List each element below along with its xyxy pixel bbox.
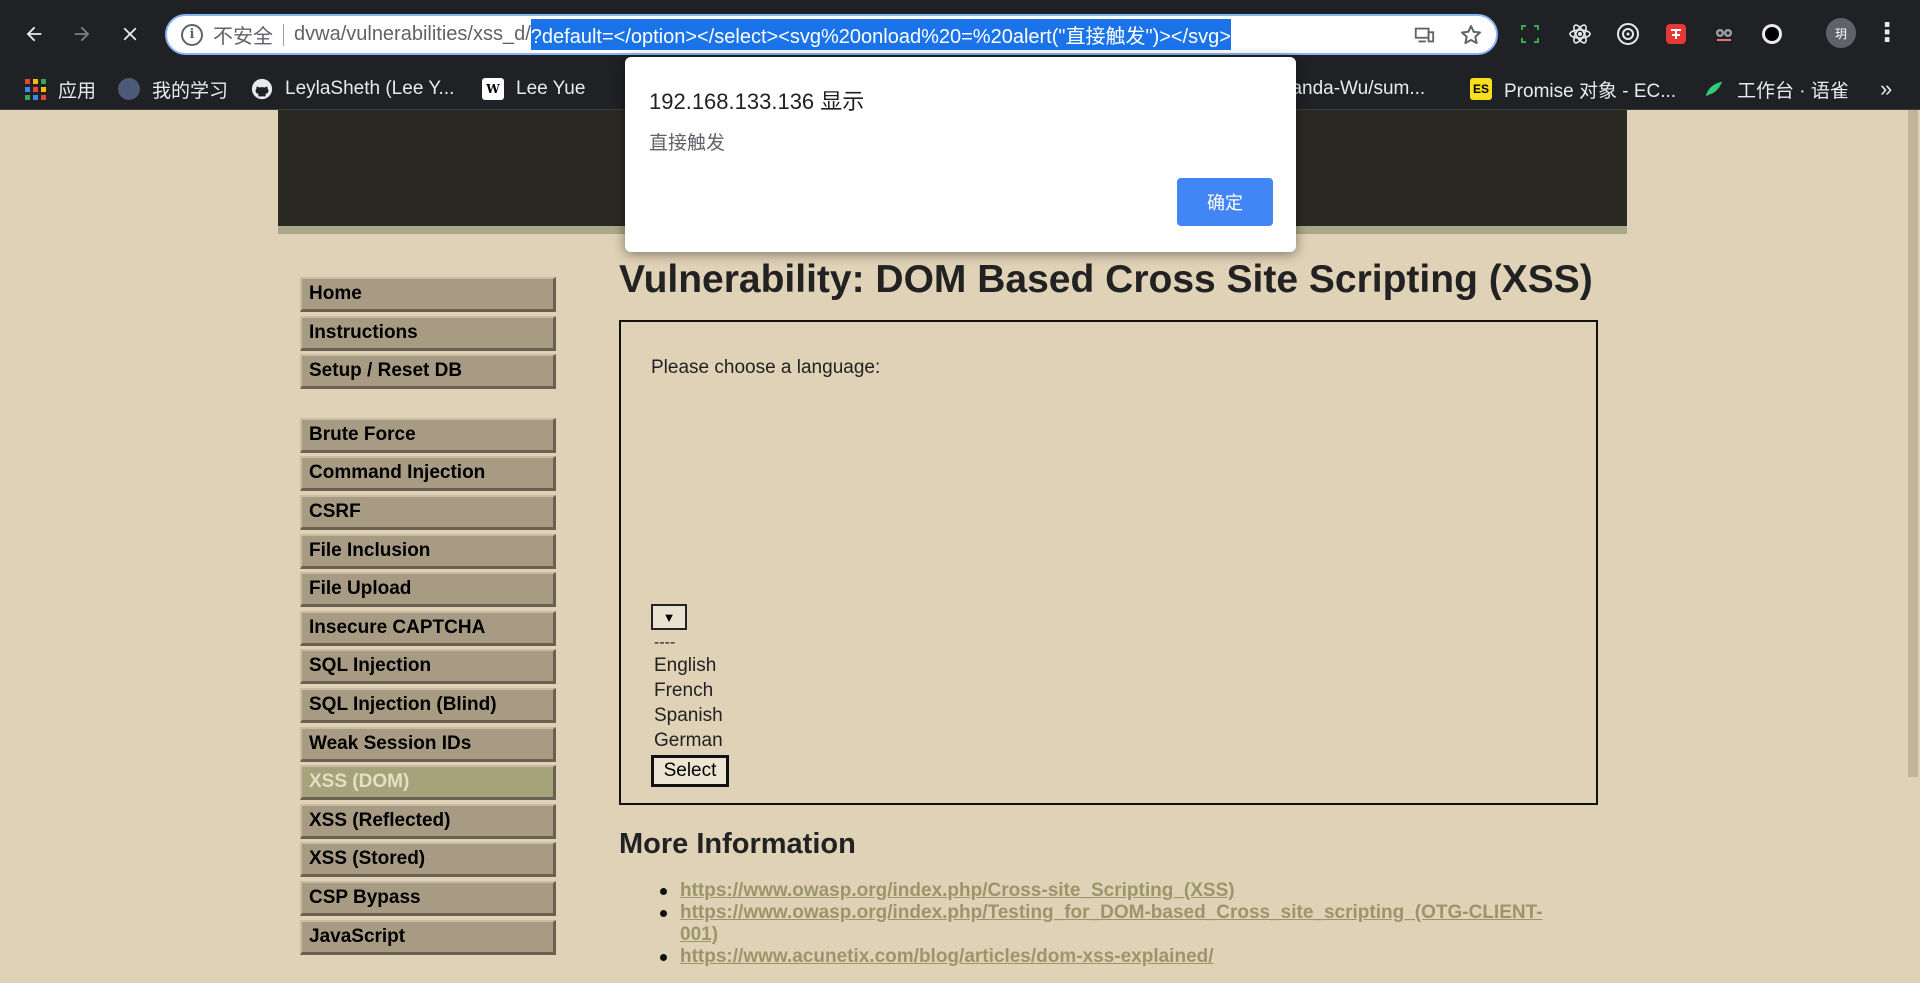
owl-extension-icon[interactable] (1710, 20, 1738, 48)
vulnerable-code-area: Please choose a language: ▼ ---- English… (619, 320, 1598, 805)
address-bar[interactable]: i 不安全 dvwa/vulnerabilities/xss_d/ ?defau… (165, 14, 1498, 55)
menu-item-sql-injection-blind[interactable]: SQL Injection (Blind) (300, 687, 556, 723)
bookmark-label: lianda-Wu/sum... (1283, 78, 1426, 99)
bookmark-label: 工作台 · 语雀 (1737, 80, 1849, 102)
bookmark-lee-yue[interactable]: W Lee Yue (482, 68, 585, 110)
option-french: French (654, 680, 714, 701)
reference-links-list: https://www.owasp.org/index.php/Cross-si… (660, 880, 1580, 968)
owasp-dom-xss-testing-link[interactable]: https://www.owasp.org/index.php/Testing_… (680, 902, 1543, 945)
url-text[interactable]: dvwa/vulnerabilities/xss_d/ (294, 23, 531, 46)
list-item: https://www.acunetix.com/blog/articles/d… (660, 946, 1580, 968)
page-title: Vulnerability: DOM Based Cross Site Scri… (619, 258, 1593, 301)
dvwa-sidebar-menu: Home Instructions Setup / Reset DB Brute… (300, 277, 558, 958)
injected-option-list: ---- English French Spanish German (654, 633, 723, 753)
omnibox-divider (283, 23, 284, 46)
bookmark-label: Lee Yue (516, 78, 586, 99)
bookmark-apps[interactable]: 应用 (24, 68, 96, 110)
security-status[interactable]: 不安全 (213, 20, 273, 49)
menu-item-weak-session-ids[interactable]: Weak Session IDs (300, 726, 556, 762)
list-item: https://www.owasp.org/index.php/Testing_… (660, 902, 1580, 946)
bookmark-promise-es[interactable]: ES Promise 对象 - EC... (1470, 68, 1676, 110)
menu-item-command-injection[interactable]: Command Injection (300, 456, 556, 492)
info-icon[interactable]: i (181, 23, 203, 46)
scrollbar-thumb[interactable] (1908, 110, 1918, 777)
apps-grid-icon (24, 78, 46, 100)
globe-icon (118, 78, 140, 100)
more-bookmarks-chevron-icon[interactable]: » (1880, 68, 1892, 110)
dark-mode-extension-icon[interactable] (1758, 20, 1786, 48)
forward-arrow-icon[interactable] (62, 14, 102, 54)
react-devtools-icon[interactable] (1566, 20, 1594, 48)
menu-item-csrf[interactable]: CSRF (300, 494, 556, 530)
bookmark-label: 应用 (58, 80, 97, 102)
language-select[interactable]: ▼ (651, 604, 687, 630)
dropdown-arrow-icon: ▼ (662, 609, 676, 625)
option-placeholder: ---- (654, 634, 676, 651)
menu-item-file-inclusion[interactable]: File Inclusion (300, 533, 556, 569)
list-item: https://www.owasp.org/index.php/Cross-si… (660, 880, 1580, 902)
select-button[interactable]: Select (651, 755, 729, 787)
bookmark-github-lianda[interactable]: lianda-Wu/sum... (1283, 68, 1425, 110)
alert-dialog: 192.168.133.136 显示 直接触发 确定 (625, 57, 1296, 252)
dialog-message: 直接触发 (649, 133, 726, 154)
menu-spacer (300, 393, 558, 418)
bookmark-label: LeylaSheth (Lee Y... (285, 78, 455, 99)
dialog-ok-button[interactable]: 确定 (1177, 178, 1273, 226)
bookmark-label: 我的学习 (152, 80, 229, 102)
choose-language-label: Please choose a language: (651, 357, 881, 378)
menu-item-xss-dom[interactable]: XSS (DOM) (300, 765, 556, 801)
menu-item-brute-force[interactable]: Brute Force (300, 417, 556, 453)
bookmark-yuque[interactable]: 工作台 · 语雀 (1703, 68, 1849, 110)
bookmark-my-learning[interactable]: 我的学习 (118, 68, 228, 110)
more-information-heading: More Information (619, 828, 856, 860)
option-spanish: Spanish (654, 705, 723, 726)
option-english: English (654, 655, 717, 676)
yuque-icon (1703, 78, 1725, 100)
bookmark-label: Promise 对象 - EC... (1504, 80, 1677, 102)
menu-item-sql-injection[interactable]: SQL Injection (300, 649, 556, 685)
browser-menu-icon[interactable]: ⋮ (1874, 18, 1900, 50)
menu-item-insecure-captcha[interactable]: Insecure CAPTCHA (300, 610, 556, 646)
cast-device-icon[interactable] (1411, 22, 1437, 48)
menu-item-setup-reset-db[interactable]: Setup / Reset DB (300, 354, 556, 390)
screenshot-extension-icon[interactable] (1516, 20, 1544, 48)
menu-item-xss-reflected[interactable]: XSS (Reflected) (300, 803, 556, 839)
option-german: German (654, 730, 723, 751)
menu-item-csp-bypass[interactable]: CSP Bypass (300, 880, 556, 916)
github-icon (251, 78, 273, 100)
menu-item-file-upload[interactable]: File Upload (300, 572, 556, 608)
acunetix-dom-xss-link[interactable]: https://www.acunetix.com/blog/articles/d… (680, 946, 1214, 967)
menu-item-xss-stored[interactable]: XSS (Stored) (300, 842, 556, 878)
menu-item-instructions[interactable]: Instructions (300, 315, 556, 351)
back-arrow-icon[interactable] (14, 14, 54, 54)
target-extension-icon[interactable] (1614, 20, 1642, 48)
stop-loading-icon[interactable] (110, 14, 150, 54)
w-icon: W (482, 78, 504, 100)
menu-item-javascript[interactable]: JavaScript (300, 919, 556, 955)
dialog-origin-title: 192.168.133.136 显示 (649, 89, 865, 114)
menu-item-home[interactable]: Home (300, 277, 556, 312)
owasp-xss-link[interactable]: https://www.owasp.org/index.php/Cross-si… (680, 880, 1235, 901)
es-icon: ES (1470, 78, 1492, 100)
red-extension-icon[interactable] (1662, 20, 1690, 48)
bookmark-star-icon[interactable] (1458, 22, 1484, 48)
profile-avatar[interactable]: 玥 (1826, 18, 1856, 48)
url-selected-text[interactable]: ?default=</option></select><svg%20onload… (530, 19, 1231, 50)
bookmark-github-leylasheth[interactable]: LeylaSheth (Lee Y... (251, 68, 454, 110)
